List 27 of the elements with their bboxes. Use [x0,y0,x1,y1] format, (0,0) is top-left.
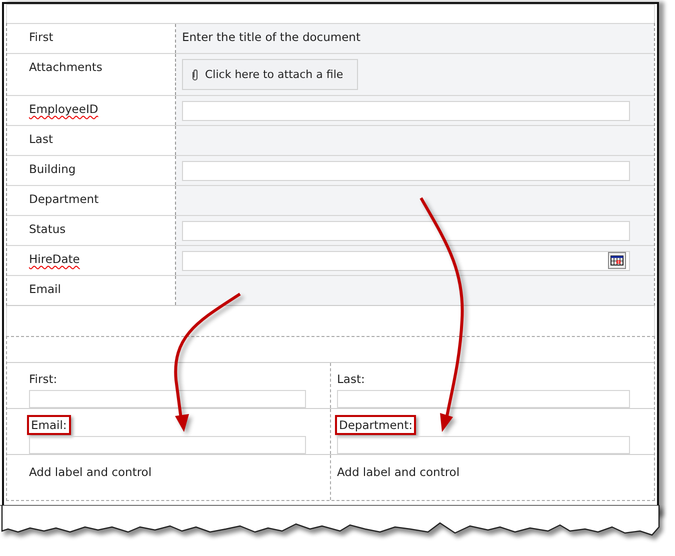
paperclip-icon [191,68,199,80]
field-label: Status [29,222,66,236]
field-label: Building [29,162,76,176]
text-field[interactable] [337,436,630,454]
field-label: Attachments [29,60,102,74]
text-field[interactable] [337,390,630,408]
add-label-link[interactable]: Add label and control [337,461,460,479]
field-label: Last: [336,371,366,388]
field-label: Department [29,192,99,206]
calendar-icon[interactable] [608,252,626,269]
text-field[interactable] [182,101,630,121]
field-label: EmployeeID [29,102,98,116]
field-label: First: [28,371,58,388]
text-field[interactable] [182,161,630,181]
text-field[interactable] [182,221,630,241]
add-label-link[interactable]: Add label and control [29,461,152,479]
attach-file-button[interactable]: Click here to attach a file [182,59,358,90]
field-label: HireDate [29,252,80,266]
text-field[interactable] [29,390,306,408]
title-placeholder[interactable]: Enter the title of the document [182,29,360,44]
field-label: Department: [335,415,416,435]
field-label: Email: [27,415,71,435]
field-label: Email [29,282,61,296]
date-field[interactable] [182,251,630,271]
field-label: First [29,30,54,44]
text-field[interactable] [29,436,306,454]
field-label: Last [29,132,53,146]
